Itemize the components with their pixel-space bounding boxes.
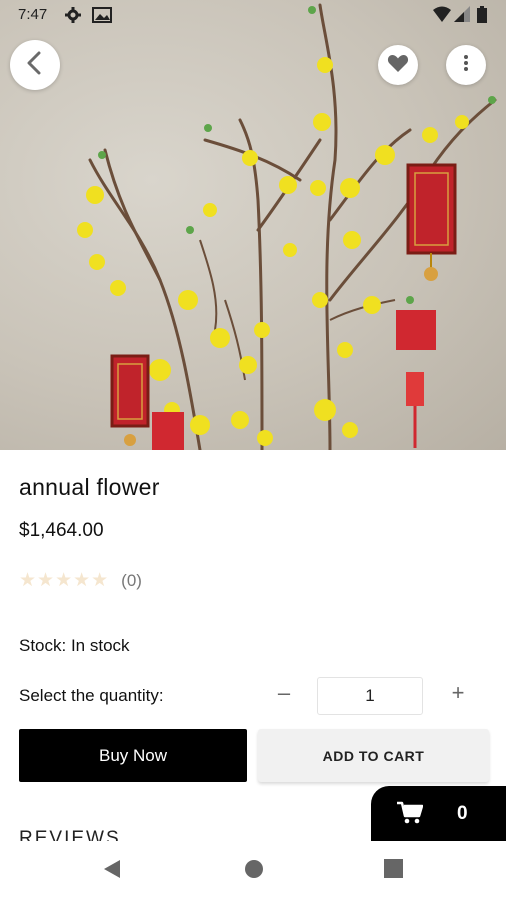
product-rating: ★★★★★ (0) — [19, 569, 142, 592]
quantity-label: Select the quantity: — [19, 686, 164, 705]
nav-home-icon[interactable] — [244, 859, 264, 884]
back-arrow-icon — [25, 51, 45, 80]
more-options-button[interactable] — [446, 45, 486, 85]
more-vert-icon — [463, 54, 469, 77]
cart-count-badge: 0 — [457, 803, 468, 824]
rating-count: (0) — [121, 570, 142, 590]
product-title: annual flower — [19, 474, 160, 500]
battery-icon — [477, 6, 487, 27]
system-navigation-bar — [0, 841, 506, 900]
shopping-cart-icon — [397, 801, 424, 830]
quantity-input[interactable]: 1 — [317, 677, 423, 715]
heart-icon — [387, 53, 409, 78]
nav-recents-icon[interactable] — [384, 859, 403, 883]
status-bar: 7:47 — [0, 0, 506, 30]
status-time: 7:47 — [18, 6, 48, 23]
nav-back-icon[interactable] — [103, 859, 121, 884]
buy-now-button[interactable]: Buy Now — [19, 729, 247, 782]
star-rating-icon: ★★★★★ — [19, 570, 110, 591]
increase-quantity-button[interactable]: + — [446, 680, 470, 712]
wifi-icon — [433, 6, 451, 26]
stock-status: Stock: In stock — [19, 636, 130, 655]
product-price: $1,464.00 — [19, 520, 104, 541]
favorite-button[interactable] — [378, 45, 418, 85]
cart-button[interactable]: 0 — [371, 786, 506, 842]
signal-icon — [454, 6, 470, 26]
settings-icon — [64, 6, 82, 28]
back-button[interactable] — [10, 40, 60, 90]
image-notification-icon — [92, 6, 112, 28]
add-to-cart-button[interactable]: ADD TO CART — [258, 729, 489, 782]
product-image — [0, 0, 506, 450]
decrease-quantity-button[interactable]: – — [272, 680, 296, 712]
